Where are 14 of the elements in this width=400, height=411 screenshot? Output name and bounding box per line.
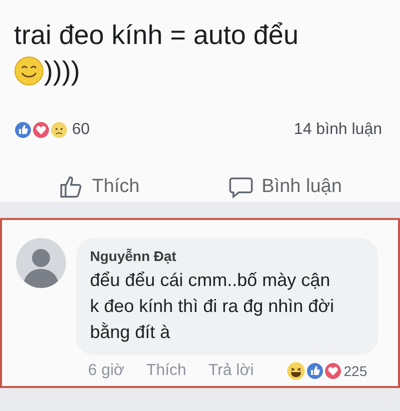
comment-count: 14 bình luận	[294, 120, 382, 140]
comment-button[interactable]: Bình luận	[220, 169, 350, 206]
reaction-count: 60	[72, 120, 90, 140]
comment-text: k đeo kính thì đi ra đg nhìn đời	[90, 295, 335, 318]
comment-text: đểu đểu cái cmm..bố mày cận	[90, 269, 332, 292]
post-text: ))))	[44, 55, 80, 88]
comment-time: 6 giờ	[88, 361, 124, 381]
comment-action-link[interactable]: Thích	[146, 359, 186, 383]
comment-reaction-count: 225	[344, 362, 368, 380]
comment-action-link[interactable]: Trả lời	[208, 359, 254, 383]
comment-text: bằng đít à	[90, 321, 172, 344]
post-text: trai đeo kính = auto đểu	[14, 19, 300, 52]
comment-author[interactable]: Nguyễnn Đạt	[90, 246, 364, 267]
like-button[interactable]: Thích	[50, 169, 148, 206]
